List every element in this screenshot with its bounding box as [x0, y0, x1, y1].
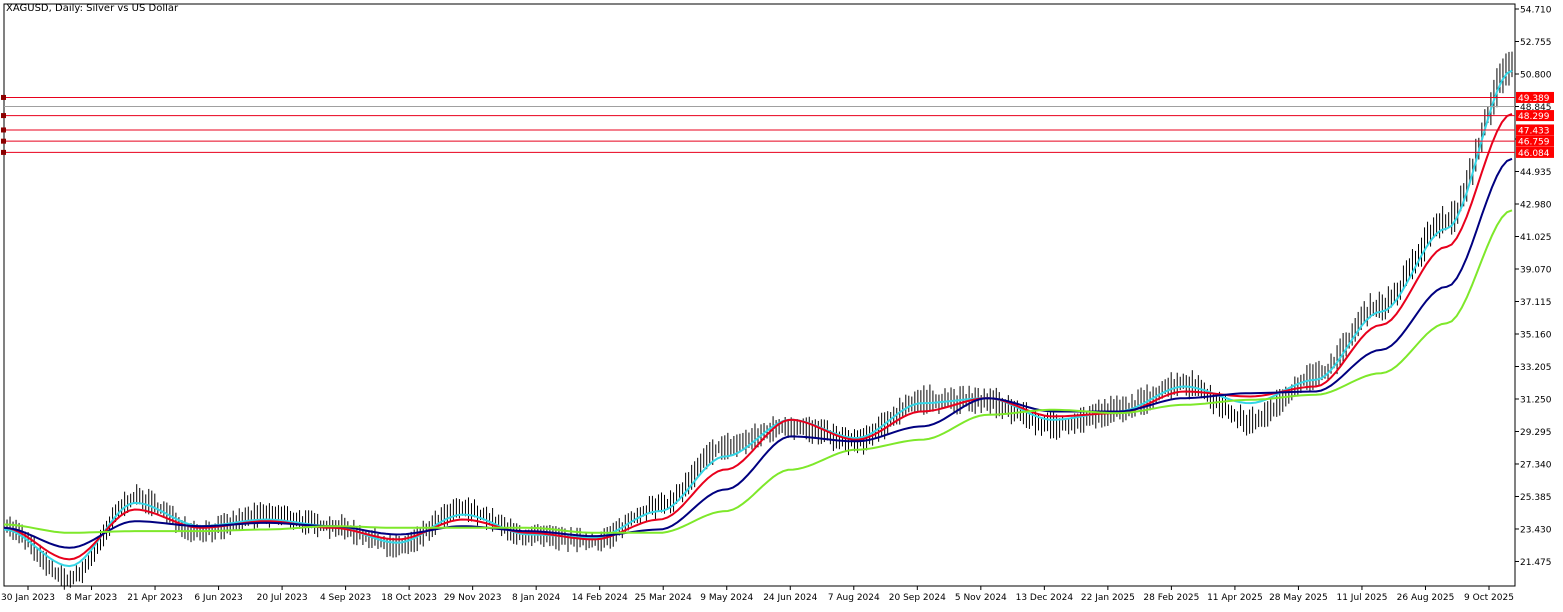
y-tick-label: 41.025 — [1520, 233, 1552, 243]
y-tick-label: 21.475 — [1520, 558, 1552, 568]
x-tick-label: 24 Jun 2024 — [763, 593, 817, 603]
chart: 54.71052.75550.80048.84546.89044.93542.9… — [0, 0, 1563, 608]
x-tick-label: 21 Apr 2023 — [127, 593, 183, 603]
plot-frame — [3, 3, 1516, 587]
y-tick-label: 29.295 — [1520, 428, 1552, 438]
y-tick-label: 44.935 — [1520, 168, 1552, 178]
x-tick-label: 13 Dec 2024 — [1016, 593, 1074, 603]
y-tick-label: 23.430 — [1520, 525, 1552, 535]
y-tick-label: 27.340 — [1520, 460, 1552, 470]
x-tick-label: 25 Mar 2024 — [635, 593, 692, 603]
level-price-label: 47.433 — [1518, 126, 1550, 136]
y-tick-label: 31.250 — [1520, 395, 1552, 405]
level-price-label: 46.759 — [1518, 138, 1550, 148]
level-marker[interactable] — [1, 94, 6, 100]
x-tick-label: 28 May 2025 — [1269, 593, 1328, 603]
x-tick-label: 20 Jul 2023 — [257, 593, 308, 603]
x-tick-label: 9 Oct 2025 — [1464, 593, 1514, 603]
x-tick-label: 7 Aug 2024 — [828, 593, 880, 603]
y-tick-label: 39.070 — [1520, 265, 1552, 275]
chart-title: XAGUSD, Daily: Silver vs US Dollar — [6, 3, 179, 14]
y-tick-label: 50.800 — [1520, 70, 1552, 80]
y-tick-label: 35.160 — [1520, 330, 1552, 340]
x-tick-label: 8 Mar 2023 — [66, 593, 117, 603]
x-tick-label: 28 Feb 2025 — [1143, 593, 1199, 603]
x-tick-label: 20 Sep 2024 — [889, 593, 946, 603]
level-price-label: 48.299 — [1518, 112, 1550, 122]
x-tick-label: 5 Nov 2024 — [955, 593, 1007, 603]
x-tick-label: 18 Oct 2023 — [381, 593, 437, 603]
x-tick-label: 8 Jan 2024 — [512, 593, 560, 603]
ma-line-ma-medium — [3, 112, 1513, 561]
x-tick-label: 14 Feb 2024 — [572, 593, 628, 603]
price-chart-svg[interactable]: 54.71052.75550.80048.84546.89044.93542.9… — [0, 0, 1563, 608]
ma-line-ma-fast — [3, 69, 1513, 568]
x-tick-label: 26 Aug 2025 — [1397, 593, 1455, 603]
x-tick-label: 11 Apr 2025 — [1207, 593, 1263, 603]
y-tick-label: 54.710 — [1520, 6, 1552, 16]
level-price-label: 49.389 — [1518, 94, 1550, 104]
y-tick-label: 52.755 — [1520, 38, 1552, 48]
y-tick-label: 37.115 — [1520, 298, 1552, 308]
level-marker[interactable] — [1, 149, 6, 155]
x-tick-label: 30 Jan 2023 — [1, 593, 55, 603]
ma-line-ma-long — [3, 209, 1513, 534]
x-tick-label: 4 Sep 2023 — [320, 593, 371, 603]
x-tick-label: 6 Jun 2023 — [194, 593, 242, 603]
y-tick-label: 42.980 — [1520, 200, 1552, 210]
x-tick-label: 29 Nov 2023 — [444, 593, 502, 603]
x-tick-label: 9 May 2024 — [700, 593, 753, 603]
y-tick-label: 33.205 — [1520, 363, 1552, 373]
x-tick-label: 22 Jan 2025 — [1081, 593, 1135, 603]
level-marker[interactable] — [1, 138, 6, 144]
y-tick-label: 25.385 — [1520, 493, 1552, 503]
level-price-label: 46.084 — [1518, 149, 1550, 159]
level-marker[interactable] — [1, 113, 6, 119]
x-tick-label: 11 Jul 2025 — [1336, 593, 1387, 603]
level-marker[interactable] — [1, 127, 6, 133]
